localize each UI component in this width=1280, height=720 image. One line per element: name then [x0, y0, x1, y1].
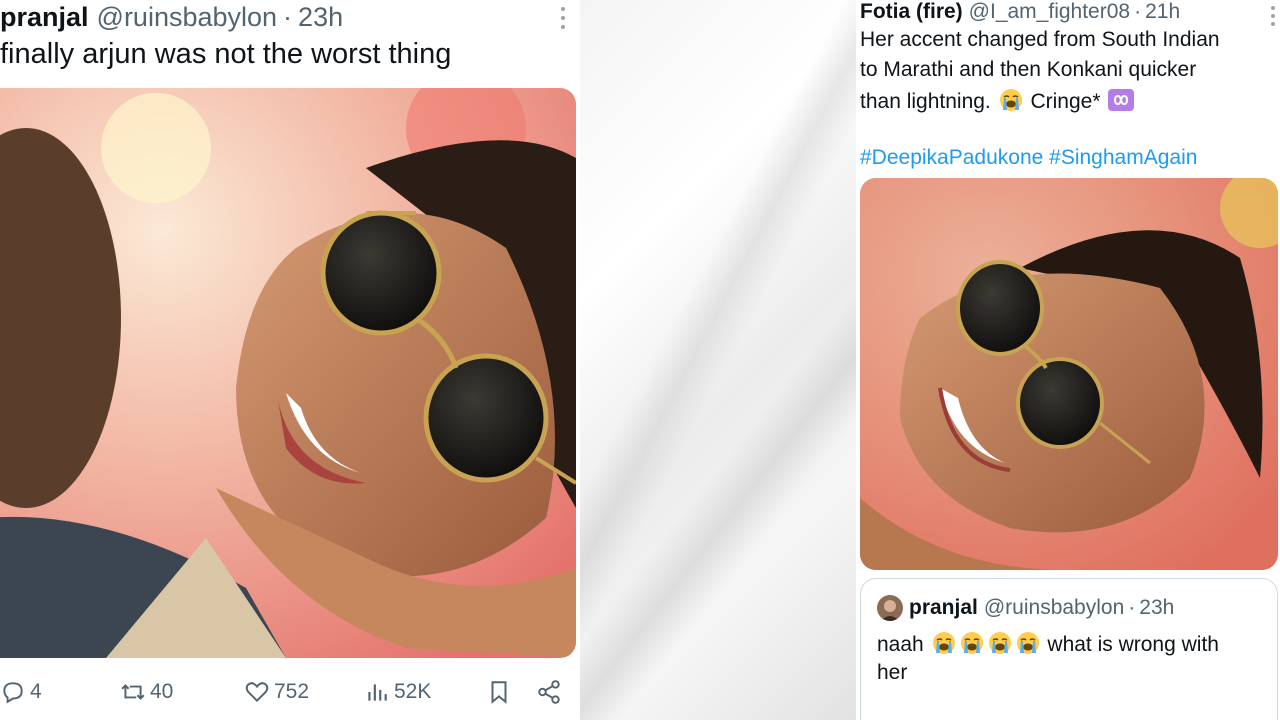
- timestamp[interactable]: 23h: [1139, 596, 1174, 620]
- hashtag-list: #DeepikaPadukone #SinghamAgain: [860, 146, 1197, 170]
- user-handle[interactable]: @ruinsbabylon: [97, 2, 278, 33]
- hashtag-link[interactable]: #SinghamAgain: [1049, 146, 1197, 169]
- reply-button[interactable]: 4: [0, 674, 42, 710]
- tweet-photo[interactable]: [0, 88, 576, 658]
- bookmark-button[interactable]: [486, 674, 516, 710]
- quoted-text-line: naah what is wrong with: [877, 631, 1219, 657]
- tweet-text: finally arjun was not the worst thing: [0, 38, 452, 70]
- tweet-text-segment: Cringe*: [1030, 90, 1101, 113]
- left-tweet[interactable]: pranjal @ruinsbabylon · 23h finally arju…: [0, 0, 580, 720]
- right-tweet[interactable]: Fotia (fire) @I_am_fighter08 · 21h Her a…: [856, 0, 1280, 720]
- display-name[interactable]: Fotia (fire): [860, 0, 963, 24]
- share-icon: [538, 680, 560, 704]
- display-name[interactable]: pranjal: [0, 2, 89, 33]
- heart-icon: [245, 682, 269, 703]
- views-count: 52K: [394, 680, 432, 703]
- tweet-actions: 4 40 752 52K: [0, 674, 570, 710]
- separator-dot: ·: [1128, 596, 1136, 619]
- bookmark-icon: [491, 681, 507, 704]
- tweet-text-line: Her accent changed from South Indian: [860, 28, 1220, 51]
- background-texture: [580, 0, 856, 720]
- timestamp[interactable]: 23h: [298, 2, 343, 33]
- tweet-header: pranjal @ruinsbabylon · 23h: [0, 0, 560, 34]
- timestamp[interactable]: 21h: [1145, 0, 1180, 24]
- display-name[interactable]: pranjal: [909, 596, 978, 620]
- like-count: 752: [274, 680, 310, 703]
- quoted-text-line: her: [877, 661, 908, 684]
- tweet-header: Fotia (fire) @I_am_fighter08 · 21h: [860, 0, 1180, 24]
- tweet-text-line: to Marathi and then Konkani quicker: [860, 58, 1197, 81]
- photo-image: [860, 178, 1278, 570]
- tweet-text-segment: than lightning.: [860, 90, 991, 113]
- user-handle[interactable]: @ruinsbabylon: [984, 596, 1124, 620]
- more-options-icon[interactable]: [560, 7, 566, 31]
- more-options-icon[interactable]: [1271, 6, 1276, 26]
- tweet-text-line: than lightning. Cringe*: [860, 88, 1135, 114]
- loudly-crying-face-emoji-icon: [988, 631, 1012, 655]
- reply-icon: [3, 682, 23, 704]
- separator-dot: ·: [1134, 0, 1142, 23]
- like-button[interactable]: 752: [244, 674, 309, 710]
- hashtag-link[interactable]: #DeepikaPadukone: [860, 146, 1043, 169]
- photo-image: [0, 88, 576, 658]
- separator-dot: ·: [283, 1, 293, 32]
- retweet-icon: [121, 684, 145, 700]
- views-icon: [368, 684, 387, 701]
- retweet-count: 40: [150, 680, 174, 703]
- quoted-tweet[interactable]: pranjal @ruinsbabylon · 23h naah what is…: [860, 578, 1278, 720]
- loudly-crying-face-emoji-icon: [999, 88, 1023, 112]
- retweet-button[interactable]: 40: [120, 674, 173, 710]
- quoted-header: pranjal @ruinsbabylon · 23h: [877, 595, 1174, 621]
- reply-count: 4: [30, 680, 42, 703]
- tweet-photo[interactable]: [860, 178, 1278, 570]
- avatar[interactable]: [877, 595, 903, 621]
- loudly-crying-face-emoji-icon: [1016, 631, 1040, 655]
- views-button[interactable]: 52K: [364, 674, 431, 710]
- loudly-crying-face-emoji-icon: [932, 631, 956, 655]
- infinity-emoji-icon: [1108, 89, 1135, 111]
- quoted-text-segment: what is wrong with: [1047, 633, 1219, 656]
- quoted-text-segment: naah: [877, 633, 924, 656]
- user-handle[interactable]: @I_am_fighter08: [969, 0, 1130, 24]
- loudly-crying-face-emoji-icon: [960, 631, 984, 655]
- share-button[interactable]: [536, 674, 566, 710]
